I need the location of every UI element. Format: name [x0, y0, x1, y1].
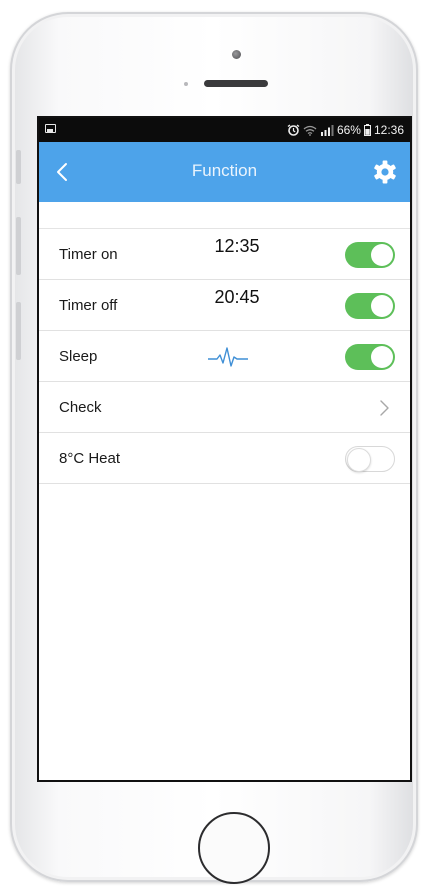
sleep-label: Sleep — [59, 348, 98, 365]
gear-icon[interactable] — [372, 159, 398, 185]
sleep-toggle[interactable] — [345, 344, 395, 370]
mute-switch — [16, 150, 21, 184]
timer-on-time[interactable]: 12:35 — [201, 236, 273, 257]
status-bar: 66% 12:36 — [39, 118, 410, 142]
sleep-row: Sleep — [39, 331, 410, 382]
volume-up-button — [16, 217, 21, 275]
signal-icon — [320, 124, 334, 136]
title-bar: Function — [39, 142, 410, 202]
toggle-knob — [371, 295, 393, 317]
timer-on-row: Timer on 12:35 — [39, 229, 410, 280]
check-row[interactable]: Check — [39, 382, 410, 433]
volume-down-button — [16, 302, 21, 360]
toggle-knob — [371, 244, 393, 266]
toggle-knob — [371, 346, 393, 368]
heat-label: 8°C Heat — [59, 450, 121, 467]
proximity-sensor — [184, 82, 188, 86]
battery-percent: 66% — [336, 123, 361, 137]
battery-icon — [363, 124, 371, 136]
home-button[interactable] — [198, 812, 270, 884]
timer-off-toggle[interactable] — [345, 293, 395, 319]
check-label: Check — [59, 399, 102, 416]
timer-on-toggle[interactable] — [345, 242, 395, 268]
wifi-icon — [303, 125, 317, 136]
timer-off-time[interactable]: 20:45 — [201, 287, 273, 308]
status-time: 12:36 — [373, 123, 404, 137]
gallery-notification-icon — [45, 124, 56, 133]
earpiece-speaker — [204, 80, 268, 87]
section-spacer — [39, 202, 410, 229]
alarm-icon — [287, 124, 300, 136]
toggle-knob — [347, 448, 371, 472]
heat-toggle[interactable] — [345, 446, 395, 472]
timer-off-row: Timer off 20:45 — [39, 280, 410, 331]
timer-on-label: Timer on — [59, 246, 118, 263]
pulse-icon — [208, 347, 248, 367]
phone-screen: 66% 12:36 Function Timer on 12:35 Timer … — [37, 116, 412, 782]
heat-row: 8°C Heat — [39, 433, 410, 484]
front-camera — [232, 50, 241, 59]
chevron-right-icon — [380, 400, 389, 416]
page-title: Function — [191, 161, 258, 180]
timer-off-label: Timer off — [59, 297, 118, 314]
